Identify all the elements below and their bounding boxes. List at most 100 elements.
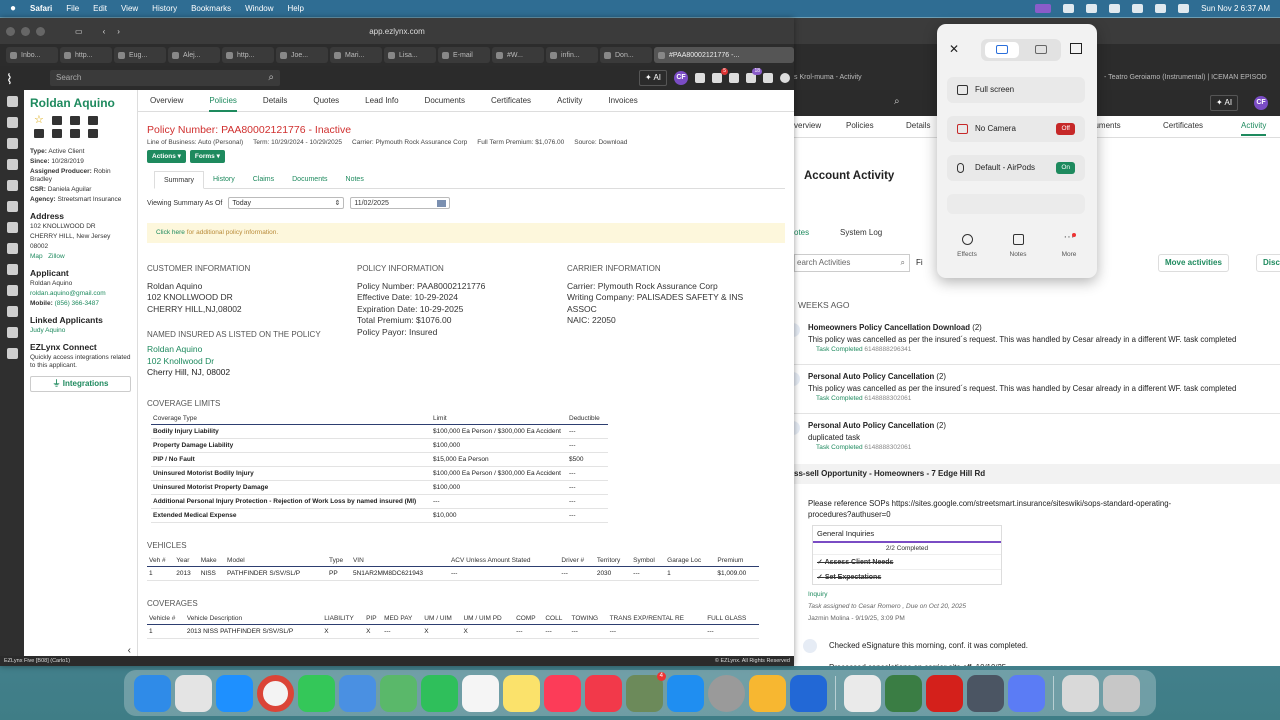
gear-icon[interactable] — [6, 222, 18, 233]
store-icon[interactable] — [6, 348, 18, 359]
screen-share-icon[interactable] — [1035, 4, 1052, 13]
browser-tab[interactable]: Don... — [600, 47, 652, 63]
record-icon[interactable] — [1086, 4, 1098, 13]
browser-tab[interactable]: Inbo... — [6, 47, 58, 63]
tab-lead-info[interactable]: Lead Info — [365, 90, 398, 112]
menu-window[interactable]: Window — [245, 4, 273, 13]
forms-button[interactable]: Forms ▾ — [189, 150, 225, 163]
menu-edit[interactable]: Edit — [93, 4, 107, 13]
browser-tab[interactable]: infin... — [546, 47, 598, 63]
more-button[interactable]: ··· More — [1054, 232, 1084, 259]
maps-icon[interactable] — [380, 674, 417, 712]
control-center-icon[interactable] — [1178, 4, 1190, 13]
home-icon[interactable] — [1070, 43, 1082, 54]
browser-tab[interactable]: Mari... — [330, 47, 382, 63]
camera-icon[interactable] — [1035, 45, 1047, 54]
calendar-icon[interactable] — [6, 285, 18, 296]
search-icon[interactable]: ⌕ — [268, 70, 274, 86]
subtab-summary[interactable]: Summary — [154, 171, 204, 189]
full-screen-row[interactable]: Full screen — [947, 77, 1085, 103]
gi-task[interactable]: ✓ Set Expectations — [813, 569, 1001, 584]
menu-app-name[interactable]: Safari — [30, 4, 52, 13]
browser-tab[interactable]: Eug... — [114, 47, 166, 63]
browser-tab[interactable]: Lisa... — [384, 47, 436, 63]
widgets-icon[interactable]: 4 — [626, 671, 666, 712]
launchpad-icon[interactable] — [175, 674, 212, 712]
file-viewer-icon[interactable] — [1008, 674, 1045, 712]
actions-button[interactable]: Actions ▾ — [147, 150, 186, 163]
discuss-button[interactable]: Discu — [1256, 254, 1280, 272]
activity-item[interactable]: Personal Auto Policy Cancellation (2) du… — [794, 421, 1280, 451]
activity-item[interactable]: Personal Auto Policy Cancellation (2) Th… — [794, 372, 1280, 402]
browser-tab[interactable]: Joe... — [276, 47, 328, 63]
browser-tab[interactable]: http... — [222, 47, 274, 63]
share-icon[interactable] — [88, 129, 98, 138]
ezlynx-logo-icon[interactable]: ⌇ — [6, 71, 46, 87]
clock-datetime[interactable]: Sun Nov 2 6:37 AM — [1201, 4, 1270, 13]
subtab-system-log[interactable]: System Log — [840, 228, 882, 237]
briefcase-icon[interactable] — [52, 129, 62, 138]
integrations-button[interactable]: ⏚ Integrations — [30, 376, 131, 392]
bg-tab-policies[interactable]: Policies — [846, 121, 874, 130]
notes-icon[interactable] — [503, 674, 540, 712]
viewing-date-input[interactable]: 11/02/2025 — [350, 197, 451, 209]
id-card-icon[interactable] — [34, 129, 44, 138]
mail-icon[interactable] — [6, 159, 18, 170]
acrobat-icon[interactable] — [926, 674, 963, 712]
subtab-notes[interactable]: Notes — [337, 171, 373, 188]
menu-bookmarks[interactable]: Bookmarks — [191, 4, 231, 13]
gi-task[interactable]: ✓ Assess Client Needs — [813, 554, 1001, 569]
viewing-select[interactable]: Today ⇕ — [228, 197, 345, 209]
tab-quotes[interactable]: Quotes — [313, 90, 339, 112]
microphone-row[interactable]: Default - AirPods On — [947, 155, 1085, 181]
ai-button[interactable]: ✦ AI — [1210, 95, 1239, 111]
collapse-panel-icon[interactable]: ‹ — [128, 645, 131, 656]
browser-tab[interactable]: Alej... — [168, 47, 220, 63]
folder-icon[interactable] — [6, 138, 18, 149]
bell-icon[interactable]: 18 — [746, 68, 762, 83]
document-icon[interactable] — [695, 73, 705, 83]
help-icon[interactable] — [780, 73, 790, 83]
dollar-icon[interactable] — [6, 180, 18, 191]
book-icon[interactable] — [6, 264, 18, 275]
subtab-notes[interactable]: otes — [794, 228, 809, 237]
bg-tab-overview[interactable]: verview — [794, 121, 821, 130]
facetime-icon[interactable] — [421, 674, 458, 712]
bg-tab-details[interactable]: Details — [906, 121, 930, 130]
dashboard-icon[interactable] — [6, 96, 18, 107]
cross-sell-header[interactable]: ss-sell Opportunity - Homeowners - 7 Edg… — [794, 464, 1280, 484]
subtab-history[interactable]: History — [204, 171, 244, 188]
messages-icon[interactable] — [298, 674, 335, 712]
click-here-link[interactable]: Click here — [156, 229, 185, 236]
menu-file[interactable]: File — [66, 4, 79, 13]
tab-certificates[interactable]: Certificates — [491, 90, 531, 112]
finder-icon[interactable] — [134, 674, 171, 712]
list-icon[interactable] — [729, 73, 739, 83]
tab-documents[interactable]: Documents — [425, 90, 465, 112]
activity-item[interactable]: Homeowners Policy Cancellation Download … — [794, 323, 1280, 353]
plug-icon[interactable] — [6, 327, 18, 338]
phone-icon[interactable] — [88, 116, 98, 125]
file-icon[interactable] — [70, 129, 80, 138]
spreadsheet-icon[interactable] — [844, 674, 881, 712]
global-search-input[interactable]: Search ⌕ — [50, 70, 280, 86]
microphone-toggle[interactable]: On — [1056, 162, 1075, 174]
chat-icon[interactable]: 5 — [712, 68, 728, 83]
disk-utility-icon[interactable] — [967, 674, 1004, 712]
spotlight-icon[interactable] — [1155, 4, 1167, 13]
bg-tab-activity[interactable]: s Krol-muma - Activity — [794, 66, 862, 90]
home-icon[interactable] — [749, 674, 786, 712]
mobile-link[interactable]: (856) 366-3487 — [55, 300, 99, 307]
subtab-claims[interactable]: Claims — [244, 171, 283, 188]
camera-row[interactable]: No Camera Off — [947, 116, 1085, 142]
ai-button[interactable]: ✦ AI — [638, 70, 667, 86]
bg-tab-music[interactable]: - Teatro Geroiamo (Instrumental) | ICEMA… — [1104, 66, 1267, 90]
mail-icon[interactable] — [339, 674, 376, 712]
remote-desktop-icon[interactable] — [790, 674, 827, 712]
search-activities-input[interactable]: earch Activities ⌕ — [794, 254, 910, 272]
menu-history[interactable]: History — [152, 4, 177, 13]
inbox-icon[interactable] — [6, 117, 18, 128]
address-bar[interactable]: app.ezlynx.com — [0, 27, 794, 36]
user-avatar[interactable]: CF — [674, 71, 688, 85]
search-icon[interactable]: ⌕ — [894, 96, 900, 107]
